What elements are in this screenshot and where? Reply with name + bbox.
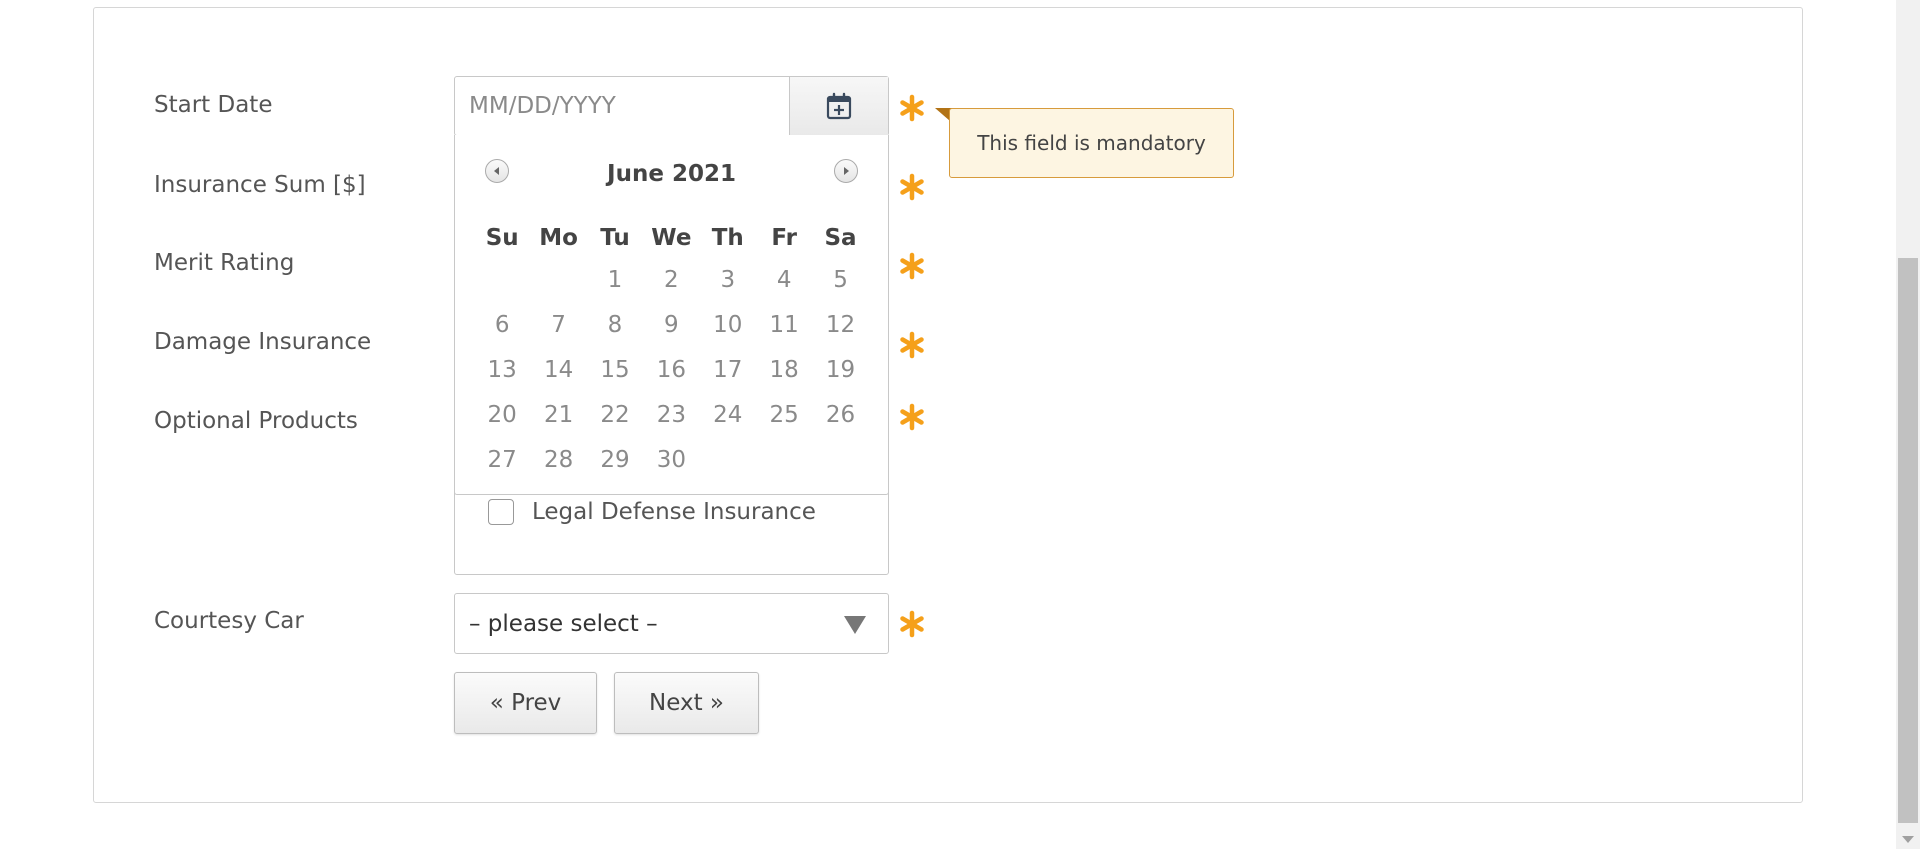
calendar-day[interactable]: 7 xyxy=(530,303,586,348)
calendar-day[interactable]: 30 xyxy=(643,438,699,483)
asterisk-icon xyxy=(898,252,926,280)
calendar-day[interactable]: 11 xyxy=(756,303,812,348)
legal-defense-option[interactable]: Legal Defense Insurance xyxy=(488,499,816,525)
calendar-day[interactable]: 26 xyxy=(812,393,868,438)
courtesy-car-label: Courtesy Car xyxy=(154,608,304,634)
calendar-empty-cell xyxy=(756,438,812,483)
calendar-day[interactable]: 4 xyxy=(756,258,812,303)
calendar-day[interactable]: 12 xyxy=(812,303,868,348)
calendar-day[interactable]: 16 xyxy=(643,348,699,393)
vertical-scrollbar[interactable] xyxy=(1896,0,1920,849)
calendar-day[interactable]: 15 xyxy=(587,348,643,393)
prev-button[interactable]: « Prev xyxy=(454,672,597,734)
weekday-header: Tu xyxy=(600,225,630,251)
legal-defense-label: Legal Defense Insurance xyxy=(532,499,816,525)
weekday-header: We xyxy=(651,225,692,251)
calendar-day[interactable]: 23 xyxy=(643,393,699,438)
calendar-day[interactable]: 14 xyxy=(530,348,586,393)
courtesy-car-select[interactable]: – please select – xyxy=(454,593,889,654)
calendar-day[interactable]: 13 xyxy=(474,348,530,393)
calendar-day[interactable]: 29 xyxy=(587,438,643,483)
courtesy-car-selected-value: – please select – xyxy=(469,610,658,637)
calendar-day[interactable]: 6 xyxy=(474,303,530,348)
next-month-button[interactable] xyxy=(834,159,858,183)
calendar-day[interactable]: 18 xyxy=(756,348,812,393)
merit-rating-label: Merit Rating xyxy=(154,250,295,276)
calendar-day[interactable]: 3 xyxy=(700,258,756,303)
weekday-header: Sa xyxy=(824,225,857,251)
weekday-header: Mo xyxy=(539,225,578,251)
calendar-day[interactable]: 22 xyxy=(587,393,643,438)
calendar-day[interactable]: 24 xyxy=(700,393,756,438)
weekday-header: Th xyxy=(711,225,744,251)
page: Start Date Insurance Sum [$] Merit Ratin… xyxy=(0,0,1920,849)
calendar-day[interactable]: 8 xyxy=(587,303,643,348)
calendar-day[interactable]: 10 xyxy=(700,303,756,348)
scrollbar-thumb[interactable] xyxy=(1898,258,1918,823)
insurance-sum-label: Insurance Sum [$] xyxy=(154,172,366,198)
legal-defense-checkbox[interactable] xyxy=(488,499,514,525)
calendar-day[interactable]: 21 xyxy=(530,393,586,438)
mandatory-tooltip: This field is mandatory xyxy=(949,108,1234,178)
asterisk-icon xyxy=(898,173,926,201)
calendar-empty-cell xyxy=(530,258,586,303)
weekday-header: Fr xyxy=(771,225,797,251)
asterisk-icon xyxy=(898,331,926,359)
calendar-empty-cell xyxy=(700,438,756,483)
calendar-day[interactable]: 5 xyxy=(812,258,868,303)
calendar-day[interactable]: 27 xyxy=(474,438,530,483)
start-date-label: Start Date xyxy=(154,92,273,118)
calendar-grid: Su Mo Tu We Th Fr Sa 1 2 3 4 5 6 7 8 9 10 11 12 13 14 15 16 17 1… xyxy=(474,218,874,483)
asterisk-icon xyxy=(898,94,926,122)
next-button[interactable]: Next » xyxy=(614,672,759,734)
calendar-day[interactable]: 28 xyxy=(530,438,586,483)
calendar-day[interactable]: 25 xyxy=(756,393,812,438)
calendar-day[interactable]: 19 xyxy=(812,348,868,393)
asterisk-icon xyxy=(898,610,926,638)
start-date-field xyxy=(454,76,889,136)
scroll-down-arrow[interactable] xyxy=(1902,836,1914,843)
calendar-day[interactable]: 1 xyxy=(587,258,643,303)
calendar-plus-icon xyxy=(826,92,852,120)
asterisk-icon xyxy=(898,403,926,431)
calendar-empty-cell xyxy=(474,258,530,303)
calendar-day[interactable]: 2 xyxy=(643,258,699,303)
optional-products-label: Optional Products xyxy=(154,408,358,434)
calendar-day[interactable]: 17 xyxy=(700,348,756,393)
calendar-day[interactable]: 9 xyxy=(643,303,699,348)
form-panel xyxy=(93,7,1803,803)
calendar-day[interactable]: 20 xyxy=(474,393,530,438)
weekday-header: Su xyxy=(485,225,519,251)
chevron-down-icon xyxy=(844,616,866,634)
chevron-right-icon xyxy=(844,167,849,175)
start-date-input[interactable] xyxy=(455,77,789,135)
calendar-button[interactable] xyxy=(789,77,888,135)
damage-insurance-label: Damage Insurance xyxy=(154,329,372,355)
datepicker-popup: June 2021 Su Mo Tu We Th Fr Sa 1 2 3 4 5 6 7 8 9 10 11 12 1… xyxy=(454,135,889,495)
calendar-month-title: June 2021 xyxy=(607,161,736,187)
calendar-empty-cell xyxy=(812,438,868,483)
